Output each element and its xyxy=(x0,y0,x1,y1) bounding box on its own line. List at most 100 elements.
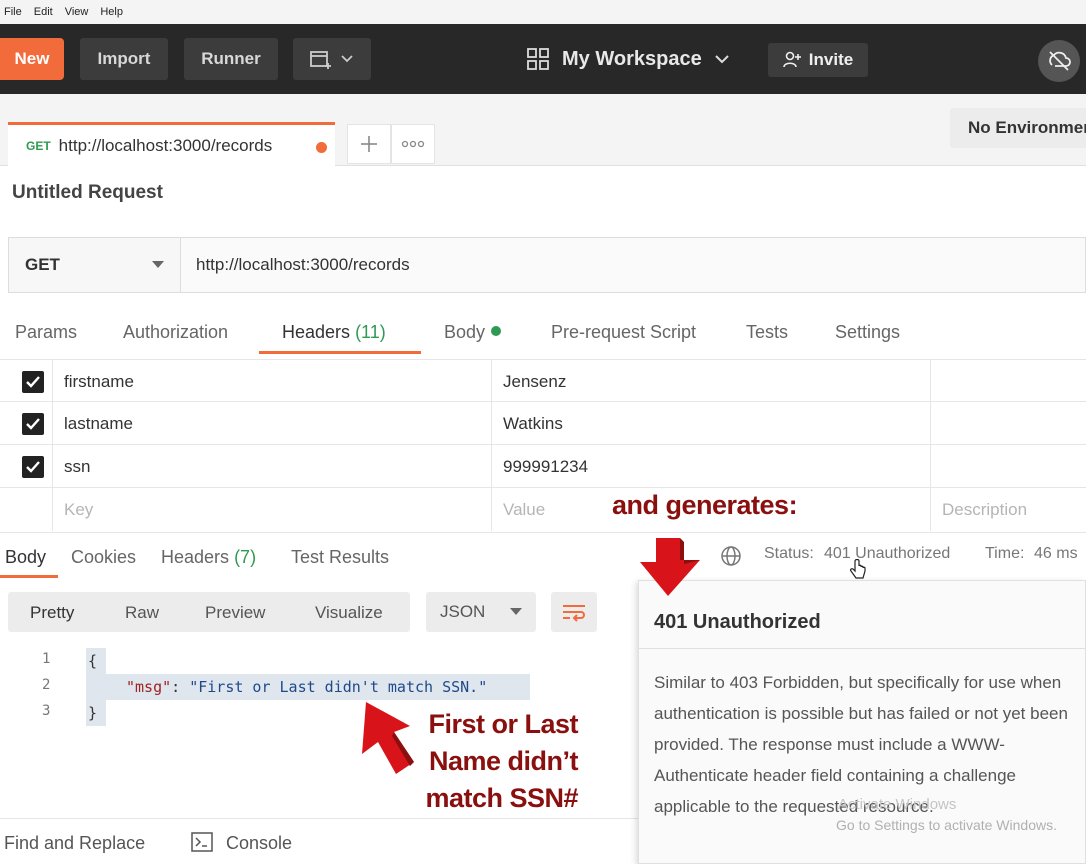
caret-down-icon xyxy=(152,261,164,268)
import-button[interactable]: Import xyxy=(80,38,168,80)
new-window-button[interactable] xyxy=(293,38,371,80)
header-checkbox[interactable] xyxy=(22,371,44,393)
check-icon xyxy=(26,376,40,388)
sync-status-button[interactable] xyxy=(1038,40,1080,82)
grid-icon xyxy=(527,48,549,70)
response-tab-headers[interactable]: Headers (7) xyxy=(161,547,256,568)
response-tab-test-results[interactable]: Test Results xyxy=(291,547,389,568)
url-input[interactable]: http://localhost:3000/records xyxy=(181,238,1085,292)
plus-icon xyxy=(361,136,377,152)
sync-off-icon xyxy=(1049,51,1071,71)
table-row: firstname Jensenz xyxy=(0,359,1086,402)
header-checkbox[interactable] xyxy=(22,413,44,435)
response-headers-count: (7) xyxy=(234,547,257,567)
menu-file[interactable]: File xyxy=(4,6,22,18)
app-header: New Import Runner My Workspace Invite xyxy=(0,24,1086,94)
new-key-input[interactable]: Key xyxy=(64,488,93,531)
more-tabs-button[interactable] xyxy=(391,124,435,164)
workspace-label: My Workspace xyxy=(562,47,702,70)
json-colon: : xyxy=(171,678,190,696)
status-bar: Find and Replace Console xyxy=(0,818,640,864)
format-select[interactable]: JSON xyxy=(426,592,536,632)
tab-params[interactable]: Params xyxy=(15,322,77,343)
red-arrow-down-icon xyxy=(640,538,700,596)
method-value: GET xyxy=(25,255,60,274)
header-key[interactable]: ssn xyxy=(64,445,90,488)
table-row: lastname Watkins xyxy=(0,402,1086,445)
hand-cursor-icon xyxy=(850,559,866,579)
unsaved-dot xyxy=(316,142,327,153)
view-raw[interactable]: Raw xyxy=(125,603,159,623)
tab-url: http://localhost:3000/records xyxy=(58,135,273,155)
tooltip-divider xyxy=(639,648,1086,649)
more-icon xyxy=(401,140,425,148)
annotation-line: First or Last xyxy=(428,709,578,739)
active-tab-underline xyxy=(259,351,421,354)
check-icon xyxy=(26,418,40,430)
response-tabs: Body Cookies Headers (7) Test Results St… xyxy=(0,532,1086,579)
time-label: Time: xyxy=(985,545,1025,562)
line-number: 3 xyxy=(42,703,51,719)
globe-icon[interactable] xyxy=(720,545,742,567)
format-value: JSON xyxy=(440,602,486,621)
find-replace-button[interactable]: Find and Replace xyxy=(4,833,145,854)
header-value[interactable]: 999991234 xyxy=(503,445,588,488)
header-value[interactable]: Watkins xyxy=(503,402,563,445)
code-line: } xyxy=(86,700,106,726)
add-tab-button[interactable] xyxy=(347,124,391,164)
tab-prerequest-script[interactable]: Pre-request Script xyxy=(551,322,696,343)
tab-headers[interactable]: Headers (11) xyxy=(282,322,386,343)
tab-authorization[interactable]: Authorization xyxy=(123,322,228,343)
console-button[interactable]: Console xyxy=(226,833,292,854)
request-tab[interactable]: GET http://localhost:3000/records xyxy=(8,122,335,166)
new-button[interactable]: New xyxy=(0,38,64,80)
response-tab-body[interactable]: Body xyxy=(5,547,46,568)
caret-down-icon xyxy=(510,608,522,615)
new-value-input[interactable]: Value xyxy=(503,488,545,531)
console-icon xyxy=(191,832,213,852)
line-number: 1 xyxy=(42,651,51,667)
tab-method: GET xyxy=(26,138,51,153)
menu-help[interactable]: Help xyxy=(100,6,123,18)
view-pretty[interactable]: Pretty xyxy=(30,603,74,623)
view-visualize[interactable]: Visualize xyxy=(315,603,383,623)
wrap-icon xyxy=(563,605,585,622)
view-preview[interactable]: Preview xyxy=(205,603,265,623)
header-key[interactable]: firstname xyxy=(64,360,134,403)
time-value[interactable]: 46 ms xyxy=(1034,545,1078,563)
json-key: "msg" xyxy=(126,678,172,696)
tab-tests[interactable]: Tests xyxy=(746,322,788,343)
line-number: 2 xyxy=(42,677,51,693)
code-line: { xyxy=(86,648,106,674)
environment-selector[interactable]: No Environment xyxy=(950,108,1086,148)
invite-button[interactable]: Invite xyxy=(768,43,868,77)
annotation-line: match SSN# xyxy=(425,783,578,813)
response-headers-label: Headers xyxy=(161,547,230,567)
menu-edit[interactable]: Edit xyxy=(34,6,53,18)
status-value[interactable]: 401 Unauthorized xyxy=(824,545,950,563)
chevron-down-icon xyxy=(714,55,729,64)
tab-settings[interactable]: Settings xyxy=(835,322,900,343)
runner-button[interactable]: Runner xyxy=(184,38,278,80)
tab-body[interactable]: Body xyxy=(444,322,502,343)
check-icon xyxy=(26,461,40,473)
request-tabs-bar: GET http://localhost:3000/records No Env… xyxy=(0,94,1086,166)
headers-table: firstname Jensenz lastname Watkins ssn 9… xyxy=(0,359,1086,531)
tab-headers-count: (11) xyxy=(355,322,386,342)
wrap-lines-button[interactable] xyxy=(551,592,597,632)
request-title[interactable]: Untitled Request xyxy=(12,182,163,204)
annotation-mismatch: First or Last Name didn’t match SSN# xyxy=(378,706,578,817)
annotation-generates: and generates: xyxy=(612,490,798,520)
response-tab-cookies[interactable]: Cookies xyxy=(71,547,136,568)
workspace-switcher[interactable]: My Workspace xyxy=(526,38,730,80)
annotation-line: Name didn’t xyxy=(428,746,579,776)
menu-view[interactable]: View xyxy=(65,6,89,18)
invite-label: Invite xyxy=(808,50,854,69)
header-key[interactable]: lastname xyxy=(64,402,133,445)
header-value[interactable]: Jensenz xyxy=(503,360,566,403)
window-plus-icon xyxy=(310,51,331,69)
table-row-new: Key Value Description xyxy=(0,488,1086,531)
header-checkbox[interactable] xyxy=(22,456,44,478)
method-select[interactable]: GET xyxy=(9,238,181,292)
new-description-input[interactable]: Description xyxy=(942,488,1027,531)
